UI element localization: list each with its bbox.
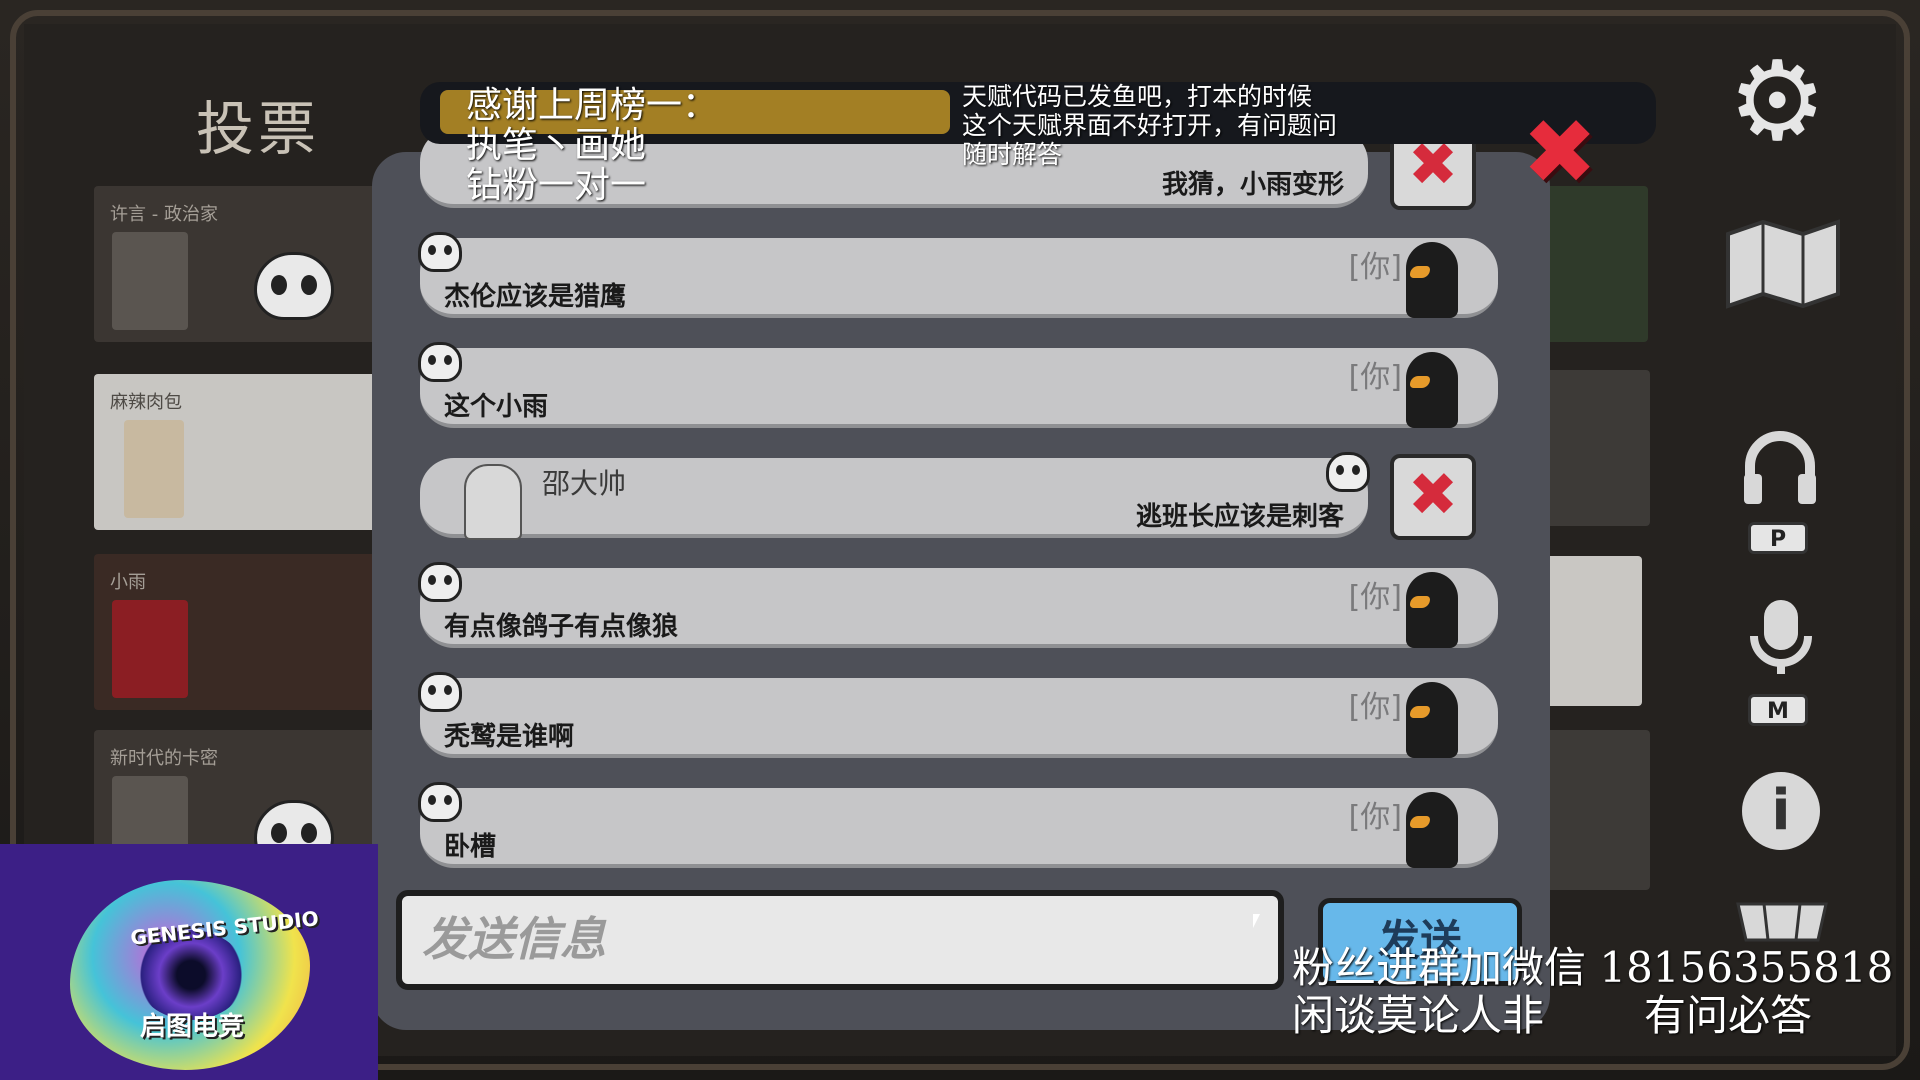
message-text: 我猜，小雨变形 [1161,170,1344,200]
skull-badge-icon [418,562,462,602]
chat-message: 秃鹫是谁啊 [你] [420,678,1498,758]
side-panel [1540,370,1650,526]
skull-badge-icon [418,342,462,382]
chat-message: 卧槽 [你] [420,788,1498,868]
player-card[interactable]: 小雨 [94,554,394,710]
avatar [464,464,522,540]
banner-left-line: 钻粉一对一 [466,165,647,206]
player-card[interactable]: 麻辣肉包 [94,374,394,530]
you-tag: [你] [1348,360,1402,395]
you-tag: [你] [1348,690,1402,725]
close-x-icon[interactable]: ✖ [1522,100,1597,205]
key-m-badge: M [1748,694,1808,726]
banner-right-line: 天赋代码已发鱼吧，打本的时候 [962,82,1313,111]
message-text: 有点像鸽子有点像狼 [444,612,679,642]
banner-right-line: 这个天赋界面不好打开，有问题问 [962,111,1338,140]
chat-message: 有点像鸽子有点像狼 [你] [420,568,1498,648]
avatar [1406,682,1458,758]
headphones-icon[interactable] [1740,428,1820,508]
player-name: 小雨 [110,572,146,593]
player-avatar [112,232,188,330]
chat-message: 邵大帅 逃班长应该是刺客 [420,458,1368,540]
avatar [1406,352,1458,428]
skull-badge-icon [1326,452,1370,492]
message-text: 逃班长应该是刺客 [1135,502,1344,532]
side-panel [1540,556,1642,706]
you-tag: [你] [1348,250,1402,285]
overlay-motto-right: 有问必答 [1644,991,1813,1040]
skull-badge-icon [418,782,462,822]
chat-input[interactable]: 发送信息 [396,890,1284,990]
you-tag: [你] [1348,580,1402,615]
chat-message: 杰伦应该是猎鹰 [你] [420,238,1498,318]
overlay-motto-left: 闲谈莫论人非 [1292,991,1545,1040]
player-name: 新时代的卡密 [110,748,218,769]
banner-left-text: 感谢上周榜一： 执笔丶画她 钻粉一对一 [466,86,718,206]
message-text: 卧槽 [444,832,497,862]
banner-right-text: 天赋代码已发鱼吧，打本的时候 这个天赋界面不好打开，有问题问 随时解答 [962,82,1337,169]
side-panel [1540,730,1650,890]
map-icon[interactable] [1718,214,1848,310]
info-icon[interactable]: i [1742,772,1820,850]
screen-title: 投票 [196,95,321,163]
skull-badge-icon [418,672,462,712]
you-tag: [你] [1348,800,1402,835]
banner-right-line: 随时解答 [962,140,1063,169]
skull-badge-icon [418,232,462,272]
gear-icon[interactable]: ⚙ [1728,46,1827,156]
player-name: 许言 - 政治家 [110,204,218,225]
avatar [1406,792,1458,868]
player-avatar [112,600,188,698]
report-x-button[interactable]: ✖ [1390,454,1476,540]
key-p-badge: P [1748,522,1808,554]
chat-message: 这个小雨 [你] [420,348,1498,428]
side-panel [1540,186,1648,342]
avatar [1406,572,1458,648]
logo-bottom-text: 启图电竞 [140,1012,245,1042]
player-card[interactable]: 许言 - 政治家 [94,186,394,342]
message-text: 秃鹫是谁啊 [444,722,575,752]
message-text: 这个小雨 [444,392,549,422]
banner-left-line: 执笔丶画她 [466,125,647,166]
banner-left-line: 感谢上周榜一： [466,85,719,126]
skull-icon [254,252,334,320]
player-avatar [124,420,184,518]
microphone-icon[interactable] [1746,596,1816,680]
message-text: 杰伦应该是猎鹰 [444,282,627,312]
player-name: 麻辣肉包 [110,392,182,413]
message-author: 邵大帅 [542,467,627,500]
mouse-cursor-icon [1253,914,1260,928]
avatar [1406,242,1458,318]
